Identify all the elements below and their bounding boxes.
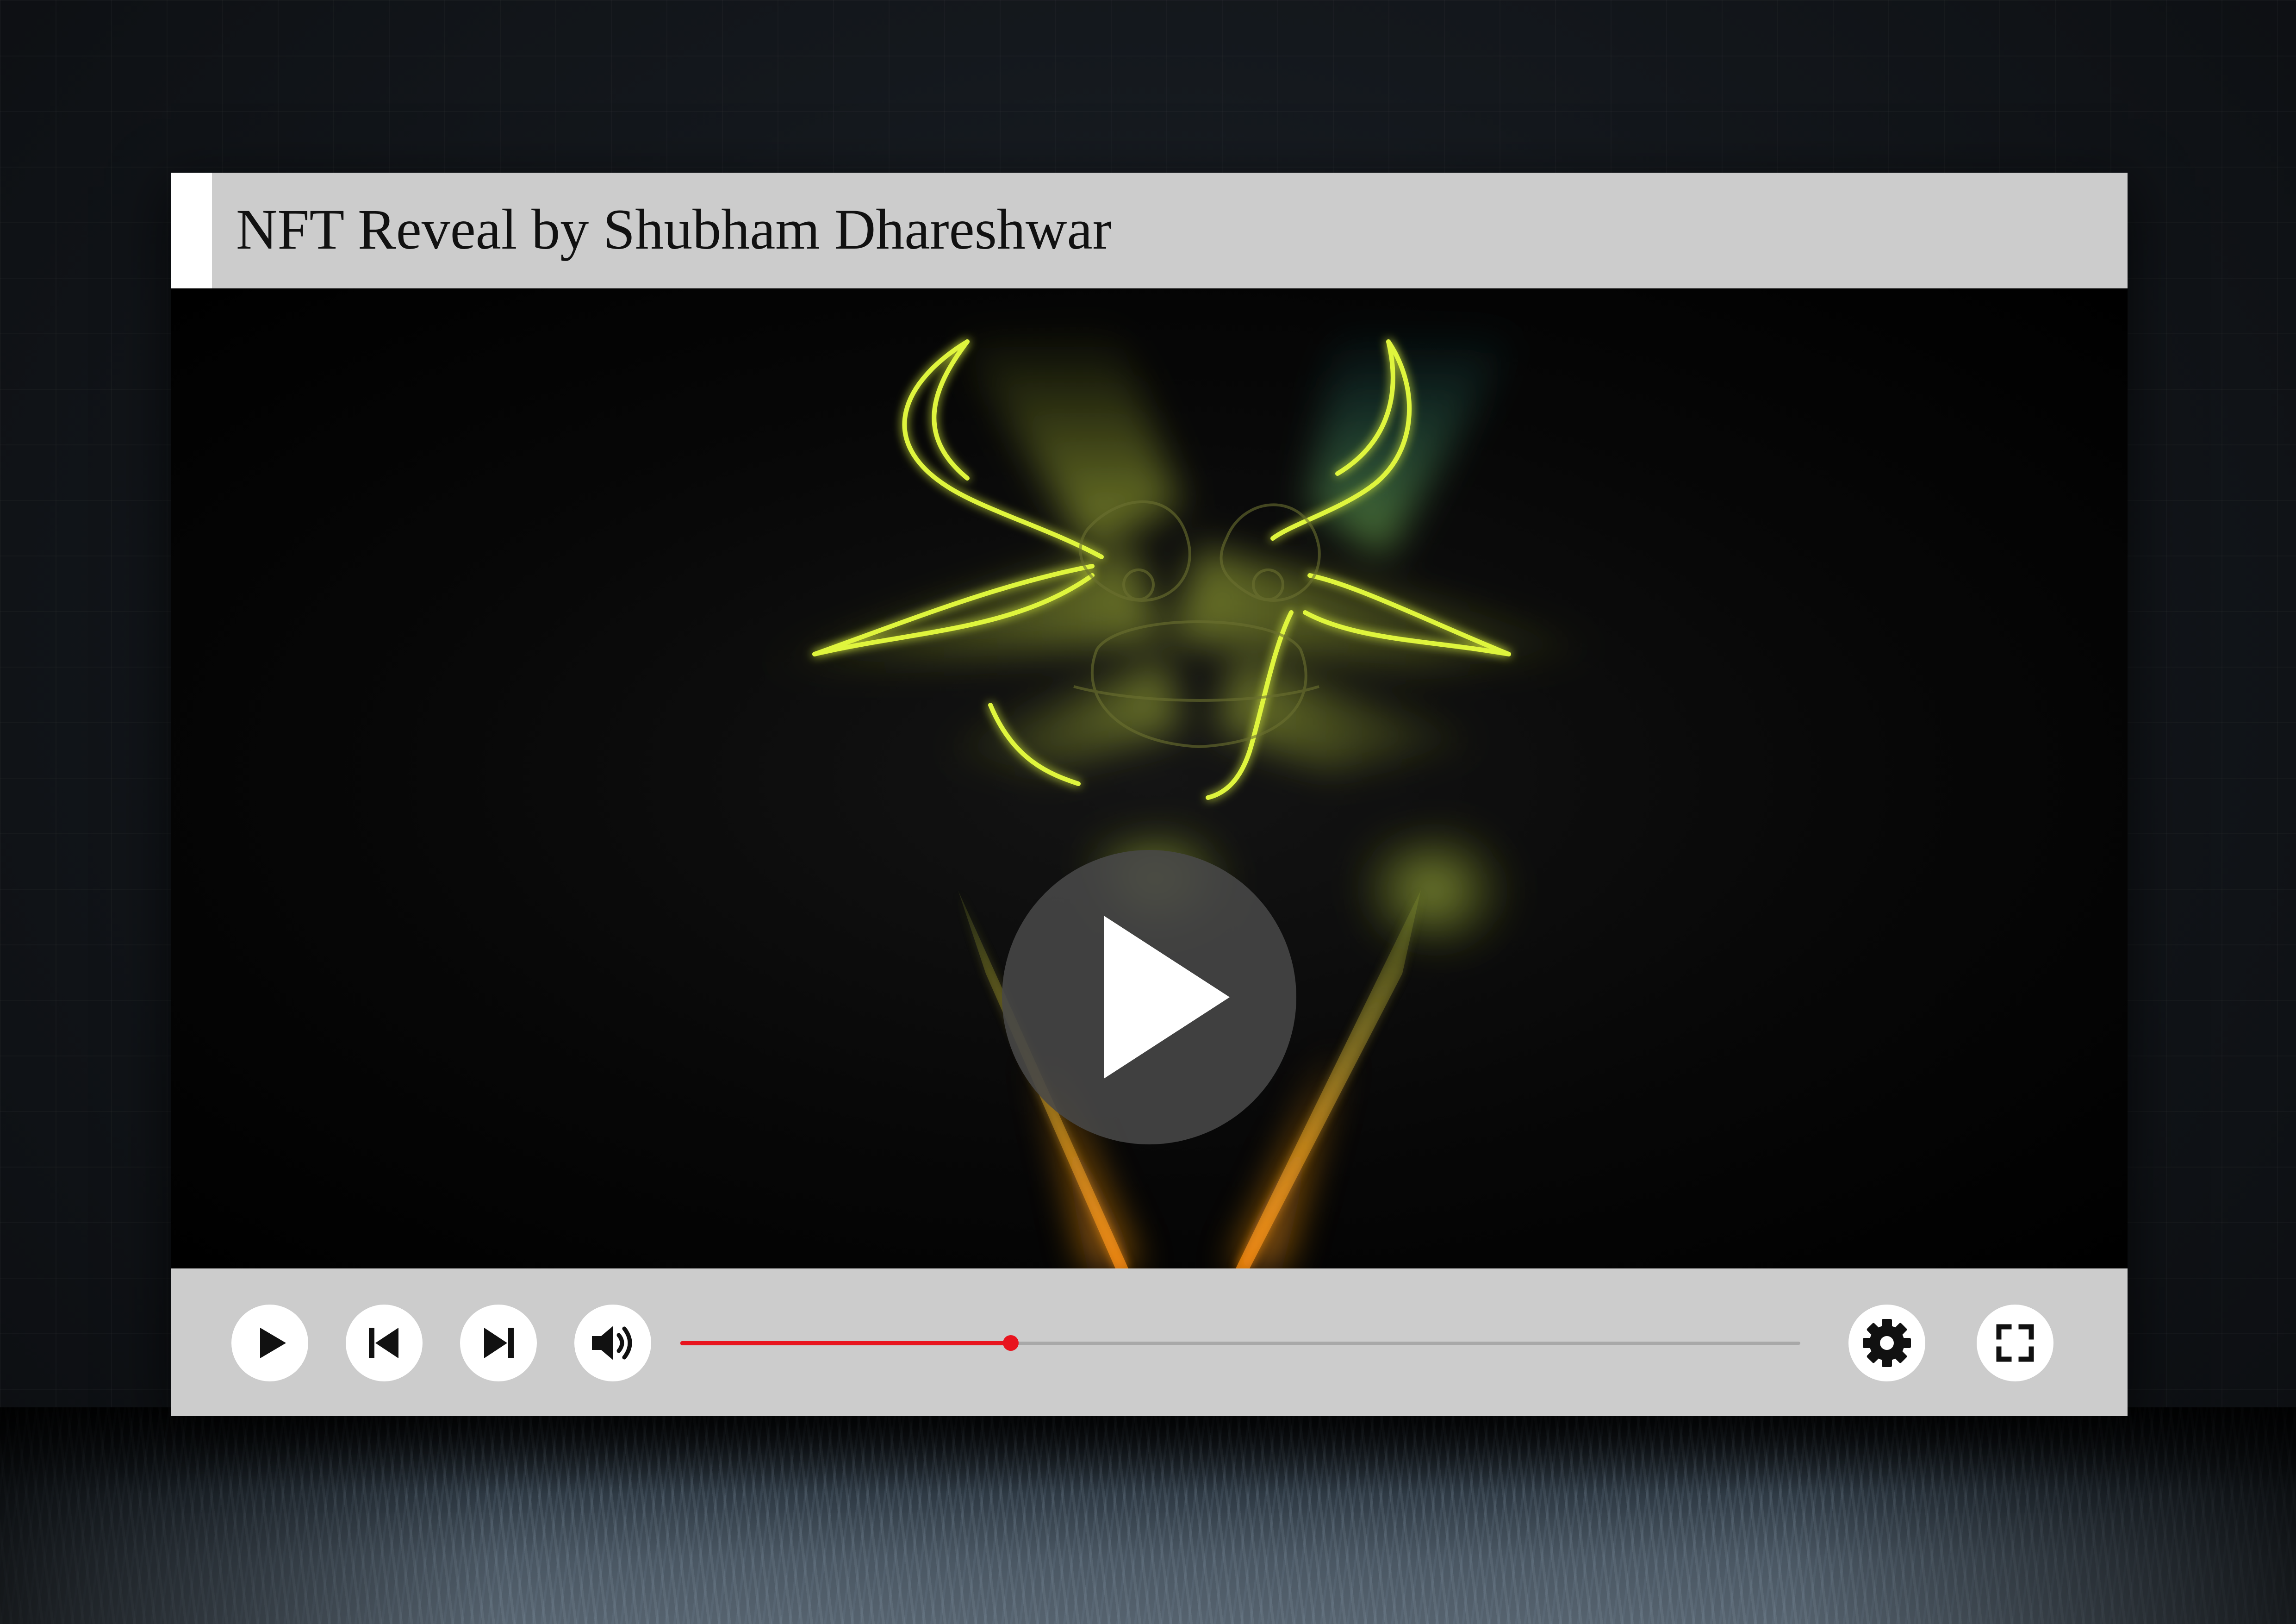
previous-button[interactable] xyxy=(346,1305,423,1381)
fullscreen-icon xyxy=(1996,1324,2034,1362)
control-bar xyxy=(171,1268,2128,1416)
play-icon xyxy=(260,1328,286,1358)
seek-progress xyxy=(680,1341,1011,1345)
title-accent-stripe xyxy=(171,173,212,288)
skip-next-icon xyxy=(484,1328,514,1358)
volume-icon xyxy=(592,1326,632,1360)
seek-bar[interactable] xyxy=(680,1335,1800,1351)
floor-shadow xyxy=(0,1407,2296,1624)
video-title: NFT Reveal by Shubham Dhareshwar xyxy=(236,198,1112,261)
play-icon xyxy=(1104,916,1230,1079)
skip-previous-icon xyxy=(369,1328,398,1358)
next-button[interactable] xyxy=(460,1305,537,1381)
fullscreen-button[interactable] xyxy=(1977,1305,2053,1381)
title-bar: NFT Reveal by Shubham Dhareshwar xyxy=(171,173,2128,288)
settings-button[interactable] xyxy=(1848,1305,1925,1381)
play-button[interactable] xyxy=(231,1305,308,1381)
video-player: NFT Reveal by Shubham Dhareshwar xyxy=(171,173,2128,1416)
gear-icon xyxy=(1863,1319,1911,1367)
volume-button[interactable] xyxy=(574,1305,651,1381)
seek-thumb[interactable] xyxy=(1003,1335,1019,1351)
big-play-button[interactable] xyxy=(1002,850,1296,1144)
video-viewport[interactable] xyxy=(171,288,2128,1268)
